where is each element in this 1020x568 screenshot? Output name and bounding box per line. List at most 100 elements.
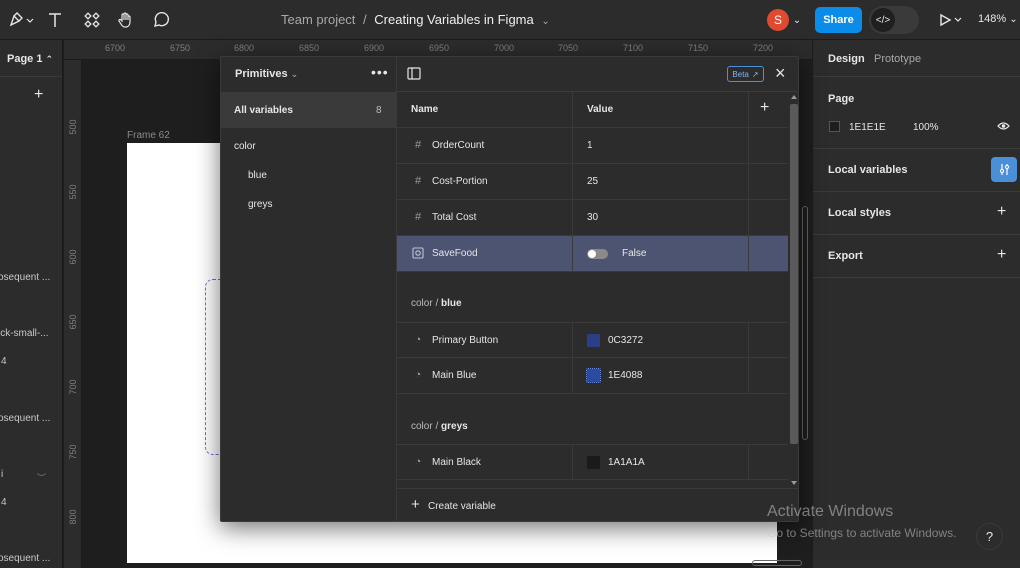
- layer-item[interactable]: 4: [1, 356, 7, 367]
- present-button[interactable]: [936, 8, 964, 32]
- ruler-tick: 6750: [170, 43, 191, 53]
- group-item-color[interactable]: color: [234, 141, 256, 152]
- variable-value[interactable]: 1E4088: [608, 370, 642, 381]
- layer-item[interactable]: i: [1, 469, 3, 480]
- color-palette-icon: ◔: [414, 456, 422, 468]
- text-tool-icon: [49, 13, 61, 27]
- layer-item[interactable]: osequent ...: [0, 553, 50, 564]
- variable-value[interactable]: 1A1A1A: [608, 457, 645, 468]
- ruler-tick: 6700: [105, 43, 126, 53]
- variable-value[interactable]: 30: [587, 212, 598, 223]
- page-opacity[interactable]: 100%: [913, 122, 939, 133]
- layer-item[interactable]: 4: [1, 497, 7, 508]
- help-button[interactable]: ?: [976, 523, 1003, 550]
- variable-value[interactable]: False: [622, 248, 646, 259]
- ruler-tick: 6950: [429, 43, 450, 53]
- all-variables-item[interactable]: All variables 8: [221, 92, 397, 128]
- hand-tool-button[interactable]: [114, 8, 138, 32]
- table-row[interactable]: ◔ Primary Button 0C3272: [397, 322, 788, 359]
- scroll-thumb[interactable]: [790, 104, 798, 444]
- variable-value[interactable]: 25: [587, 176, 598, 187]
- beta-badge[interactable]: Beta ↗: [727, 66, 764, 82]
- divider: [813, 76, 1020, 77]
- components-button[interactable]: [82, 8, 102, 32]
- variable-value[interactable]: 0C3272: [608, 335, 643, 346]
- components-icon: [84, 12, 100, 28]
- scroll-up-icon[interactable]: [791, 95, 797, 99]
- pen-tool-button[interactable]: [6, 8, 36, 32]
- zoom-level[interactable]: 148% ⌄: [978, 13, 1018, 25]
- divider: [813, 148, 1020, 149]
- scroll-down-icon[interactable]: [791, 481, 797, 485]
- variable-name[interactable]: OrderCount: [432, 140, 484, 151]
- group-item-greys[interactable]: greys: [248, 199, 272, 210]
- chevron-down-icon[interactable]: ⌄: [541, 16, 549, 27]
- chevron-down-icon[interactable]: ⌄: [792, 8, 802, 32]
- add-mode-icon[interactable]: +: [760, 99, 769, 117]
- windows-activation-subtitle: Go to Settings to activate Windows.: [767, 526, 957, 540]
- variable-name[interactable]: Main Black: [432, 457, 481, 468]
- variable-name[interactable]: SaveFood: [432, 248, 478, 259]
- add-style-icon[interactable]: +: [997, 203, 1006, 221]
- variable-name[interactable]: Main Blue: [432, 370, 476, 381]
- table-row[interactable]: # Cost-Portion 25: [397, 164, 788, 200]
- add-page-icon[interactable]: +: [34, 86, 43, 104]
- tab-prototype[interactable]: Prototype: [874, 53, 921, 65]
- layer-item[interactable]: ick-small-...: [0, 328, 49, 339]
- table-row[interactable]: ◔ Main Blue 1E4088: [397, 358, 788, 394]
- ruler-tick: 600: [68, 249, 78, 265]
- chevron-up-icon: ⌃: [45, 54, 54, 64]
- variable-value[interactable]: 1: [587, 140, 593, 151]
- color-palette-icon: ◔: [414, 334, 422, 346]
- create-variable-label: Create variable: [428, 501, 496, 512]
- close-icon[interactable]: ×: [775, 63, 786, 84]
- table-row[interactable]: # OrderCount 1: [397, 128, 788, 164]
- color-swatch[interactable]: [586, 368, 601, 383]
- page-color-hex[interactable]: 1E1E1E: [849, 122, 886, 133]
- page-color-swatch[interactable]: [829, 121, 840, 132]
- column-header-name: Name: [411, 104, 439, 115]
- eye-hidden-icon[interactable]: ︶: [37, 471, 46, 484]
- pen-tool-icon: [9, 12, 34, 27]
- add-export-icon[interactable]: +: [997, 246, 1006, 264]
- dev-mode-toggle[interactable]: </>: [869, 6, 919, 34]
- collection-selector[interactable]: Primitives ⌄: [235, 68, 298, 80]
- layer-item[interactable]: osequent ...: [0, 413, 50, 424]
- text-tool-button[interactable]: [45, 8, 65, 32]
- layer-item[interactable]: osequent ...: [0, 272, 50, 283]
- open-variables-button[interactable]: [991, 157, 1017, 182]
- comment-button[interactable]: [150, 8, 172, 32]
- tab-design[interactable]: Design: [828, 53, 865, 65]
- eye-icon[interactable]: [997, 121, 1010, 131]
- color-swatch[interactable]: [587, 334, 600, 347]
- ruler-tick: 550: [68, 184, 78, 200]
- color-swatch[interactable]: [587, 456, 600, 469]
- page-selector[interactable]: Page 1 ⌃: [7, 53, 53, 65]
- frame-label[interactable]: Frame 62: [127, 130, 170, 141]
- comment-icon: [154, 12, 169, 27]
- ruler-tick: 800: [68, 509, 78, 525]
- breadcrumb-project[interactable]: Team project: [281, 12, 355, 27]
- play-icon: [940, 13, 962, 27]
- variable-name[interactable]: Total Cost: [432, 212, 476, 223]
- horizontal-scrollbar[interactable]: [752, 560, 802, 566]
- boolean-toggle[interactable]: [587, 249, 608, 259]
- page-label: Page 1: [7, 53, 43, 65]
- ruler-tick: 6900: [364, 43, 385, 53]
- table-row[interactable]: ◔ Main Black 1A1A1A: [397, 444, 788, 481]
- layers-panel: Page 1 ⌃ + osequent ... ick-small-... 4 …: [0, 40, 63, 568]
- create-variable-button[interactable]: + Create variable: [397, 488, 798, 521]
- group-header-greys: color / greys: [411, 421, 468, 432]
- variable-name[interactable]: Cost-Portion: [432, 176, 488, 187]
- variable-name[interactable]: Primary Button: [432, 335, 498, 346]
- table-scrollbar[interactable]: [788, 92, 798, 488]
- breadcrumb-file[interactable]: Creating Variables in Figma: [374, 12, 533, 27]
- avatar[interactable]: S: [767, 9, 789, 31]
- table-row-selected[interactable]: SaveFood False: [397, 236, 788, 272]
- group-item-blue[interactable]: blue: [248, 170, 267, 181]
- share-button[interactable]: Share: [815, 7, 862, 33]
- more-options-icon[interactable]: •••: [371, 64, 389, 80]
- toggle-sidebar-icon[interactable]: [407, 67, 421, 80]
- table-row[interactable]: # Total Cost 30: [397, 200, 788, 236]
- vertical-scrollbar[interactable]: [802, 206, 808, 440]
